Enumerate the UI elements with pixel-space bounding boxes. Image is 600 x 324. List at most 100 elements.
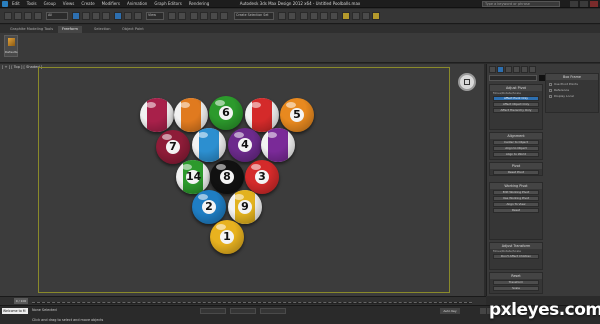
dont-affect-children-button[interactable]: Don't Affect Children <box>493 254 539 259</box>
close-button[interactable] <box>590 1 598 7</box>
select-object-icon[interactable] <box>72 12 80 20</box>
spinner-snap-icon[interactable] <box>220 12 228 20</box>
pool-ball[interactable]: 4 <box>228 128 262 162</box>
pool-ball[interactable] <box>192 128 226 162</box>
tab-object-paint[interactable]: Object Paint <box>118 26 148 33</box>
pool-ball[interactable] <box>245 98 279 132</box>
window-crossing-icon[interactable] <box>102 12 110 20</box>
option-display-local[interactable]: Display Local <box>546 94 598 98</box>
reset-working-pivot-button[interactable]: Reset <box>493 208 539 213</box>
maximize-button[interactable] <box>580 1 588 7</box>
pivot-header[interactable]: Pivot <box>490 163 542 169</box>
reset-pivot-button[interactable]: Reset Pivot <box>493 170 539 175</box>
align-to-world-button[interactable]: Align to World <box>493 152 539 157</box>
option-reference[interactable]: Reference <box>546 88 598 92</box>
move-icon[interactable] <box>114 12 122 20</box>
maxscript-listener-field[interactable]: Welcome to M <box>2 308 28 314</box>
coord-x-field[interactable] <box>200 308 226 314</box>
link-icon[interactable] <box>24 12 32 20</box>
pool-ball[interactable]: 14 <box>176 160 210 194</box>
pool-ball[interactable] <box>261 128 295 162</box>
reset-header[interactable]: Reset <box>490 273 542 279</box>
checkbox[interactable] <box>549 82 552 86</box>
affect-hierarchy-only-button[interactable]: Affect Hierarchy Only <box>493 108 539 113</box>
pool-ball[interactable]: 3 <box>245 160 279 194</box>
track-bar[interactable] <box>32 302 472 304</box>
affect-object-only-button[interactable]: Affect Object Only <box>493 102 539 107</box>
pool-ball[interactable]: 2 <box>192 190 226 224</box>
alignment-header[interactable]: Alignment <box>490 133 542 139</box>
pivot-center-icon[interactable] <box>168 12 176 20</box>
pool-ball[interactable] <box>174 98 208 132</box>
material-editor-icon[interactable] <box>342 12 350 20</box>
box-frame-header[interactable]: Box Frame <box>546 74 598 80</box>
edit-working-pivot-button[interactable]: Edit Working Pivot <box>493 190 539 195</box>
tab-selection[interactable]: Selection <box>90 26 115 33</box>
manipulate-icon[interactable] <box>178 12 186 20</box>
graphite-toggle-icon[interactable] <box>310 12 318 20</box>
affect-pivot-only-button[interactable]: Affect Pivot Only <box>493 96 539 101</box>
render-production-icon[interactable] <box>372 12 380 20</box>
pool-ball[interactable]: 1 <box>210 220 244 254</box>
named-selection-set-dropdown[interactable]: Create Selection Set <box>234 12 274 20</box>
align-to-view-button[interactable]: Align To View <box>493 202 539 207</box>
checkbox[interactable] <box>549 88 552 92</box>
option-use-pivot-points[interactable]: Use Pivot Points <box>546 82 598 86</box>
angle-snap-icon[interactable] <box>200 12 208 20</box>
create-tab-icon[interactable] <box>489 66 496 73</box>
ball-highlight <box>180 102 190 108</box>
layer-manager-icon[interactable] <box>300 12 308 20</box>
go-to-start-icon[interactable] <box>480 308 486 314</box>
percent-snap-icon[interactable] <box>210 12 218 20</box>
minimize-button[interactable] <box>570 1 578 7</box>
title-bar: Edit Tools Group Views Create Modifiers … <box>0 0 600 8</box>
snap-toggle-icon[interactable] <box>190 12 198 20</box>
ball-shading <box>176 160 210 194</box>
center-to-object-button[interactable]: Center to Object <box>493 140 539 145</box>
motion-tab-icon[interactable] <box>513 66 520 73</box>
viewport-label[interactable]: [ + ] [ Top ] [ Shaded ] <box>2 65 42 69</box>
region-select-icon[interactable] <box>92 12 100 20</box>
display-tab-icon[interactable] <box>521 66 528 73</box>
working-pivot-header[interactable]: Working Pivot <box>490 183 542 189</box>
pool-ball[interactable]: 8 <box>210 160 244 194</box>
align-to-object-button[interactable]: Align to Object <box>493 146 539 151</box>
align-icon[interactable] <box>288 12 296 20</box>
undo-icon[interactable] <box>4 12 12 20</box>
perspective-viewport[interactable]: [ + ] [ Top ] [ Shaded ] 6 5 7 4 1483291 <box>0 64 484 296</box>
auto-key-button[interactable]: Auto Key <box>440 308 460 314</box>
time-slider[interactable]: 0 / 100 <box>14 298 28 304</box>
schematic-view-icon[interactable] <box>330 12 338 20</box>
tab-freeform[interactable]: Freeform <box>58 26 83 33</box>
scale-icon[interactable] <box>134 12 142 20</box>
curve-editor-icon[interactable] <box>320 12 328 20</box>
polygon-modeling-button[interactable]: Defaults <box>4 35 18 57</box>
hierarchy-tab-icon[interactable] <box>505 66 512 73</box>
modify-tab-icon[interactable] <box>497 66 504 73</box>
pool-ball[interactable]: 6 <box>209 96 243 130</box>
pool-ball[interactable]: 5 <box>280 98 314 132</box>
selection-filter-dropdown[interactable]: All <box>46 12 68 20</box>
pool-ball[interactable]: 7 <box>156 130 190 164</box>
utilities-tab-icon[interactable] <box>529 66 536 73</box>
coord-y-field[interactable] <box>230 308 256 314</box>
render-setup-icon[interactable] <box>352 12 360 20</box>
viewcube-icon[interactable] <box>458 73 476 91</box>
pool-ball[interactable]: 9 <box>228 190 262 224</box>
tab-graphite-modeling-tools[interactable]: Graphite Modeling Tools <box>6 26 57 33</box>
use-working-pivot-button[interactable]: Use Working Pivot <box>493 196 539 201</box>
redo-icon[interactable] <box>14 12 22 20</box>
rendered-frame-window-icon[interactable] <box>362 12 370 20</box>
checkbox[interactable] <box>549 94 552 98</box>
unlink-icon[interactable] <box>34 12 42 20</box>
coord-z-field[interactable] <box>260 308 286 314</box>
rotate-icon[interactable] <box>124 12 132 20</box>
object-name-field[interactable] <box>489 75 537 81</box>
pool-ball[interactable] <box>140 98 174 132</box>
reset-scale-button[interactable]: Scale <box>493 286 539 291</box>
mirror-icon[interactable] <box>278 12 286 20</box>
select-by-name-icon[interactable] <box>82 12 90 20</box>
reference-coordinate-dropdown[interactable]: View <box>146 12 164 20</box>
reset-transform-button[interactable]: Transform <box>493 280 539 285</box>
search-input[interactable]: Type a keyword or phrase <box>482 1 560 7</box>
